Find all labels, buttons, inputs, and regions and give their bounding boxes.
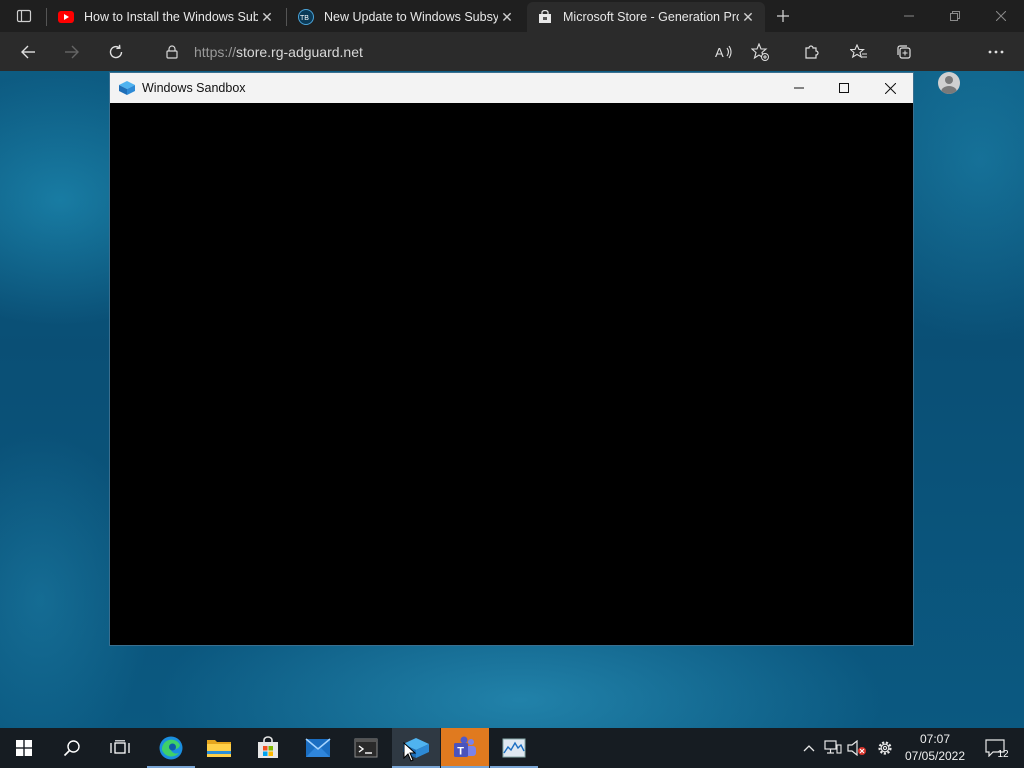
tab-close-button[interactable]: ✕ bbox=[739, 8, 757, 26]
clock-time: 07:07 bbox=[919, 732, 951, 746]
store-icon bbox=[258, 736, 278, 758]
collections-icon bbox=[897, 45, 911, 59]
chevron-up-icon bbox=[803, 745, 815, 752]
terminal-icon bbox=[354, 738, 378, 758]
minimize-icon bbox=[794, 87, 804, 89]
refresh-icon bbox=[109, 44, 123, 59]
sandbox-icon bbox=[119, 81, 135, 95]
more-icon bbox=[988, 50, 1004, 54]
tab-title: How to Install the Windows Subsystem for… bbox=[84, 10, 258, 24]
tab-windows-update[interactable]: TB New Update to Windows Subsystem for A… bbox=[288, 2, 524, 32]
volume-button[interactable] bbox=[846, 728, 868, 768]
tab-microsoft-store[interactable]: Microsoft Store - Generation Project ✕ bbox=[527, 2, 765, 32]
tab-title: Microsoft Store - Generation Project bbox=[563, 10, 739, 24]
tab-youtube[interactable]: How to Install the Windows Subsystem for… bbox=[48, 2, 284, 32]
gear-icon bbox=[878, 741, 892, 755]
teams-icon: T bbox=[454, 736, 476, 758]
favorites-button[interactable] bbox=[844, 37, 874, 67]
volume-muted-icon bbox=[847, 740, 866, 756]
network-button[interactable] bbox=[822, 728, 844, 768]
task-view-button[interactable] bbox=[96, 728, 144, 768]
clock-date: 07/05/2022 bbox=[904, 749, 966, 763]
star-add-icon bbox=[751, 43, 769, 61]
edge-icon bbox=[159, 736, 183, 760]
show-hidden-icons-button[interactable] bbox=[800, 728, 818, 768]
mouse-cursor-icon bbox=[403, 742, 417, 762]
svg-text:A: A bbox=[715, 45, 724, 60]
network-icon bbox=[824, 740, 842, 754]
read-aloud-icon: A bbox=[715, 45, 732, 60]
browser-close-button[interactable] bbox=[978, 0, 1024, 32]
taskbar-microsoft-store[interactable] bbox=[244, 728, 292, 768]
svg-text:TB: TB bbox=[300, 15, 309, 21]
plus-icon bbox=[777, 10, 789, 22]
search-button[interactable] bbox=[48, 728, 96, 768]
tab-strip: How to Install the Windows Subsystem for… bbox=[0, 0, 1024, 32]
favorites-icon bbox=[850, 44, 867, 59]
folder-icon bbox=[207, 740, 231, 757]
refresh-button[interactable] bbox=[101, 37, 131, 67]
taskbar-teams[interactable]: T bbox=[441, 728, 489, 768]
lock-icon bbox=[162, 44, 182, 59]
search-icon bbox=[63, 740, 80, 757]
close-icon bbox=[996, 11, 1006, 21]
close-icon bbox=[884, 82, 896, 94]
browser-restore-button[interactable] bbox=[932, 0, 978, 32]
notification-count-badge: 12 bbox=[997, 748, 1009, 760]
url-protocol: https:// bbox=[194, 43, 237, 60]
puzzle-icon bbox=[805, 45, 819, 59]
tab-close-button[interactable]: ✕ bbox=[498, 8, 516, 26]
url-host: store.rg-adguard.net bbox=[236, 43, 363, 60]
taskbar-terminal[interactable] bbox=[342, 728, 390, 768]
read-aloud-button[interactable]: A bbox=[709, 37, 739, 67]
address-bar[interactable]: https://store.rg-adguard.net bbox=[150, 37, 710, 66]
profile-avatar[interactable] bbox=[938, 72, 960, 94]
arrow-right-icon bbox=[65, 45, 79, 59]
new-tab-button[interactable] bbox=[770, 4, 796, 28]
restore-icon bbox=[950, 11, 960, 21]
tab-actions-button[interactable] bbox=[8, 4, 40, 28]
maximize-icon bbox=[839, 83, 849, 93]
browser-window: How to Install the Windows Subsystem for… bbox=[0, 0, 1024, 94]
taskbar-clock[interactable]: 07:07 07/05/2022 bbox=[902, 731, 968, 765]
mail-icon bbox=[305, 738, 331, 757]
address-url: https://store.rg-adguard.net bbox=[194, 44, 363, 60]
store-bag-icon bbox=[537, 9, 553, 25]
sandbox-title: Windows Sandbox bbox=[142, 81, 246, 95]
taskbar-mail[interactable] bbox=[294, 728, 342, 768]
add-favorite-button[interactable] bbox=[745, 37, 775, 67]
sandbox-content-area[interactable] bbox=[110, 103, 913, 645]
sandbox-title-bar[interactable]: Windows Sandbox bbox=[110, 73, 913, 103]
site-icon: TB bbox=[298, 9, 314, 25]
start-button[interactable] bbox=[0, 728, 48, 768]
taskbar-resource-monitor[interactable] bbox=[490, 728, 538, 768]
tab-separator bbox=[46, 8, 47, 26]
taskbar-file-explorer[interactable] bbox=[195, 728, 243, 768]
forward-button[interactable] bbox=[57, 37, 87, 67]
settings-button[interactable] bbox=[874, 728, 896, 768]
back-button[interactable] bbox=[13, 37, 43, 67]
sandbox-close-button[interactable] bbox=[867, 73, 913, 103]
browser-minimize-button[interactable] bbox=[886, 0, 932, 32]
sandbox-maximize-button[interactable] bbox=[821, 73, 867, 103]
windows-sandbox-window: Windows Sandbox bbox=[109, 72, 914, 646]
collections-button[interactable] bbox=[889, 37, 919, 67]
windows-logo-icon bbox=[16, 740, 32, 756]
settings-more-button[interactable] bbox=[981, 37, 1011, 67]
taskbar-edge[interactable] bbox=[147, 728, 195, 768]
browser-toolbar: https://store.rg-adguard.net A bbox=[0, 32, 1024, 94]
monitor-icon bbox=[502, 738, 526, 758]
tab-title: New Update to Windows Subsystem for Andr… bbox=[324, 10, 498, 24]
sandbox-minimize-button[interactable] bbox=[776, 73, 822, 103]
task-view-icon bbox=[110, 740, 130, 754]
tab-actions-icon bbox=[16, 9, 32, 23]
tab-close-button[interactable]: ✕ bbox=[258, 8, 276, 26]
minimize-icon bbox=[904, 15, 914, 17]
svg-text:T: T bbox=[457, 746, 464, 758]
youtube-icon bbox=[58, 11, 74, 23]
extensions-button[interactable] bbox=[796, 37, 826, 67]
arrow-left-icon bbox=[21, 45, 35, 59]
tab-separator bbox=[286, 8, 287, 26]
taskbar: T 07:07 07/05/2022 bbox=[0, 728, 1024, 768]
